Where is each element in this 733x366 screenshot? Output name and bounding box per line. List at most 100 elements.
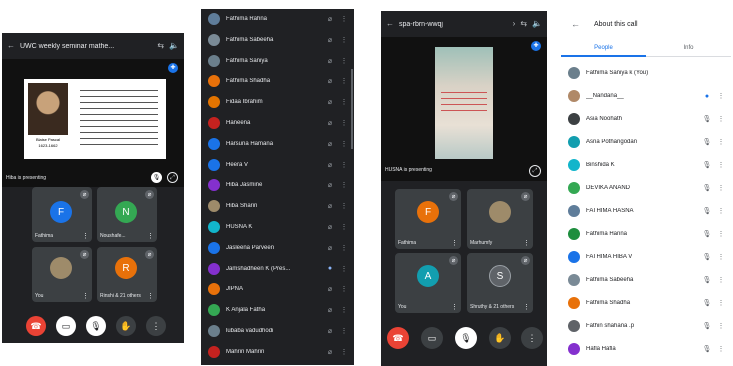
- participant-row[interactable]: Harsuna Hamana ⌀ ⋮: [201, 134, 354, 154]
- mic-icon[interactable]: 🎙: [700, 253, 714, 261]
- people-row[interactable]: FATHIMA HIBA V 🎙 ⋮: [561, 247, 731, 267]
- participant-row[interactable]: K Anjala Fatha ⌀ ⋮: [201, 300, 354, 320]
- mic-off-icon[interactable]: ●: [323, 265, 337, 272]
- speaker-icon[interactable]: 🔈: [169, 42, 179, 50]
- more-icon[interactable]: ⋮: [337, 348, 351, 356]
- people-row[interactable]: FATHIMA HASNA 🎙 ⋮: [561, 201, 731, 221]
- participant-row[interactable]: Hiba Jasmine ⌀ ⋮: [201, 175, 354, 195]
- pin-icon[interactable]: ✚: [531, 41, 541, 51]
- participant-row[interactable]: JIPNA ⌀ ⋮: [201, 279, 354, 299]
- more-icon[interactable]: ⋮: [337, 265, 351, 273]
- more-icon[interactable]: ⋮: [523, 303, 530, 311]
- more-icon[interactable]: ⋮: [337, 223, 351, 231]
- participant-tile[interactable]: R Rinshi & 21 others ⌀ ⋮: [97, 247, 157, 302]
- fullscreen-icon[interactable]: ⤢: [529, 165, 541, 177]
- participant-row[interactable]: Fathima Shadha ⌀ ⋮: [201, 71, 354, 91]
- more-icon[interactable]: ⋮: [714, 115, 728, 123]
- mic-off-icon[interactable]: ⌀: [323, 161, 337, 169]
- end-call-button[interactable]: ☎: [387, 327, 409, 349]
- participant-row[interactable]: Fathima Saniya ⌀ ⋮: [201, 51, 354, 71]
- participant-row[interactable]: HUSNA K ⌀ ⋮: [201, 217, 354, 237]
- more-icon[interactable]: ⋮: [337, 77, 351, 85]
- more-icon[interactable]: ⋮: [714, 322, 728, 330]
- more-icon[interactable]: ⋮: [714, 184, 728, 192]
- more-icon[interactable]: ⋮: [82, 232, 89, 240]
- participant-row[interactable]: Fathima Rahna ⌀ ⋮: [201, 9, 354, 29]
- mic-off-icon[interactable]: ⌀: [323, 57, 337, 65]
- mic-icon[interactable]: 🎙: [700, 115, 714, 123]
- participant-tile[interactable]: N Noushafe... ⌀ ⋮: [97, 187, 157, 242]
- more-icon[interactable]: ⋮: [714, 253, 728, 261]
- people-row[interactable]: Fathima Sabeeha 🎙 ⋮: [561, 270, 731, 290]
- people-row[interactable]: Asia Noohath 🎙 ⋮: [561, 109, 731, 129]
- more-icon[interactable]: ⋮: [337, 119, 351, 127]
- more-icon[interactable]: ⋮: [523, 239, 530, 247]
- people-row[interactable]: Binshida K 🎙 ⋮: [561, 155, 731, 175]
- tab-people[interactable]: People: [561, 41, 646, 57]
- participant-row[interactable]: lubaba vadudhodi ⌀ ⋮: [201, 321, 354, 341]
- participant-row[interactable]: Fidaa Ibrahim ⌀ ⋮: [201, 92, 354, 112]
- more-icon[interactable]: ⋮: [714, 299, 728, 307]
- people-row[interactable]: Fathima Shadha 🎙 ⋮: [561, 293, 731, 313]
- mic-button[interactable]: 🎙: [86, 316, 106, 336]
- participant-row[interactable]: Mahrin Mahrin ⌀ ⋮: [201, 342, 354, 362]
- mic-button[interactable]: 🎙: [455, 327, 477, 349]
- people-row[interactable]: Hafla Hafla 🎙 ⋮: [561, 339, 731, 359]
- mic-off-icon[interactable]: ⌀: [323, 306, 337, 314]
- fullscreen-icon[interactable]: ⤢: [167, 172, 178, 183]
- more-icon[interactable]: ⋮: [337, 202, 351, 210]
- mic-off-icon[interactable]: ⌀: [323, 77, 337, 85]
- more-icon[interactable]: ⋮: [337, 15, 351, 23]
- more-icon[interactable]: ⋮: [714, 276, 728, 284]
- participant-tile[interactable]: F Fathima ⌀ ⋮: [32, 187, 92, 242]
- more-icon[interactable]: ⋮: [337, 140, 351, 148]
- more-options-button[interactable]: ⋮: [146, 316, 166, 336]
- people-row[interactable]: Fathima Hanna 🎙 ⋮: [561, 224, 731, 244]
- more-icon[interactable]: ⋮: [714, 230, 728, 238]
- pin-icon[interactable]: ✚: [168, 63, 178, 73]
- back-arrow-icon[interactable]: ←: [386, 20, 394, 28]
- presentation-area[interactable]: Blaise Pascal 1623-1662 ✚ Hiba is presen…: [2, 59, 184, 187]
- mic-off-icon[interactable]: ⌀: [323, 223, 337, 231]
- people-row[interactable]: DEVIKA ANAND 🎙 ⋮: [561, 178, 731, 198]
- mic-icon[interactable]: 🎙: [700, 207, 714, 215]
- scrollbar[interactable]: [351, 69, 353, 149]
- participant-tile[interactable]: Marhumfy ⌀ ⋮: [467, 189, 533, 249]
- more-icon[interactable]: ⋮: [714, 345, 728, 353]
- mic-off-icon[interactable]: ⌀: [323, 327, 337, 335]
- more-icon[interactable]: ⋮: [714, 138, 728, 146]
- self-tile[interactable]: A You ⌀ ⋮: [395, 253, 461, 313]
- participant-row[interactable]: Jasleena Parveen ⌀ ⋮: [201, 238, 354, 258]
- tab-info[interactable]: Info: [646, 41, 731, 57]
- chevron-right-icon[interactable]: ›: [513, 20, 516, 28]
- more-icon[interactable]: ⋮: [714, 207, 728, 215]
- more-icon[interactable]: ⋮: [451, 303, 458, 311]
- mic-off-icon[interactable]: ⌀: [323, 285, 337, 293]
- participant-row[interactable]: Heera V ⌀ ⋮: [201, 155, 354, 175]
- back-arrow-icon[interactable]: ←: [571, 19, 580, 29]
- more-icon[interactable]: ⋮: [714, 92, 728, 100]
- mic-off-icon[interactable]: ⌀: [323, 348, 337, 356]
- mic-icon[interactable]: 🎙: [700, 138, 714, 146]
- people-row[interactable]: __Nandana__ ● ⋮: [561, 86, 731, 106]
- more-icon[interactable]: ⋮: [337, 36, 351, 44]
- more-icon[interactable]: ⋮: [337, 244, 351, 252]
- mic-off-icon[interactable]: ⌀: [323, 181, 337, 189]
- more-icon[interactable]: ⋮: [147, 232, 154, 240]
- self-tile[interactable]: You ⌀ ⋮: [32, 247, 92, 302]
- mic-off-icon[interactable]: ⌀: [323, 119, 337, 127]
- raise-hand-button[interactable]: ✋: [116, 316, 136, 336]
- mic-icon[interactable]: ●: [700, 93, 714, 100]
- mic-icon[interactable]: 🎙: [700, 161, 714, 169]
- participant-row[interactable]: Fathima Sabeeha ⌀ ⋮: [201, 30, 354, 50]
- participant-tile[interactable]: F Fathima ⌀ ⋮: [395, 189, 461, 249]
- mic-icon[interactable]: 🎙: [700, 322, 714, 330]
- participant-tile[interactable]: S Shruthy & 21 others ⌀ ⋮: [467, 253, 533, 313]
- switch-camera-icon[interactable]: ⇆: [157, 42, 164, 50]
- people-row[interactable]: Fathima Saniya k (You): [561, 63, 731, 83]
- participant-row[interactable]: Jamshadheen K (Pres... ● ⋮: [201, 259, 354, 279]
- mic-off-icon[interactable]: ⌀: [323, 98, 337, 106]
- mic-off-icon[interactable]: ⌀: [323, 36, 337, 44]
- participant-row[interactable]: Haneena ⌀ ⋮: [201, 113, 354, 133]
- back-arrow-icon[interactable]: ←: [7, 42, 15, 50]
